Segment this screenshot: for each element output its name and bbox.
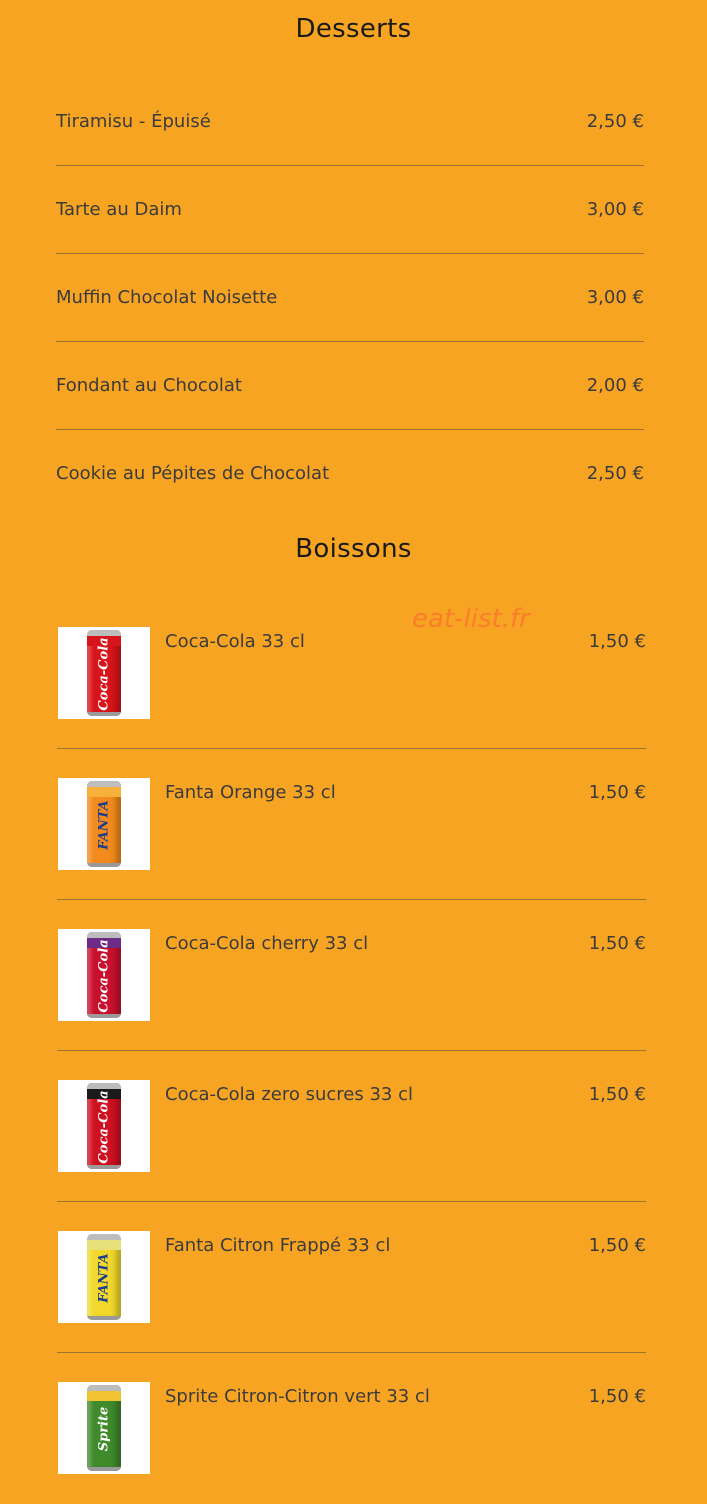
dessert-item[interactable]: Tiramisu - Épuisé 2,50 € — [56, 78, 644, 166]
drink-image: Sprite — [58, 1382, 150, 1474]
can-logo: Sprite — [96, 1406, 112, 1452]
drink-image: Coca-Cola — [58, 1080, 150, 1172]
dessert-price: 2,00 € — [586, 375, 644, 396]
drink-image: FANTA — [58, 1231, 150, 1323]
boissons-section-title: Boissons — [295, 534, 412, 564]
drink-image: Coca-Cola — [58, 627, 150, 719]
drink-name: Fanta Orange 33 cl — [165, 782, 336, 803]
dessert-name: Fondant au Chocolat — [56, 375, 242, 396]
can-logo: FANTA — [96, 1253, 112, 1303]
can-logo: Coca-Cola — [96, 1090, 112, 1164]
drink-price: 1,50 € — [588, 1235, 646, 1256]
drink-item[interactable]: Coca-Cola Coca-Cola zero sucres 33 cl 1,… — [57, 1051, 646, 1202]
dessert-item[interactable]: Fondant au Chocolat 2,00 € — [56, 342, 644, 430]
drink-item[interactable]: Sprite Sprite Citron-Citron vert 33 cl 1… — [57, 1353, 646, 1504]
drink-price: 1,50 € — [588, 631, 646, 652]
drink-name: Coca-Cola cherry 33 cl — [165, 933, 369, 954]
coca-cola-can-icon: Coca-Cola — [87, 630, 121, 716]
dessert-price: 2,50 € — [586, 111, 644, 132]
dessert-name: Tarte au Daim — [56, 199, 182, 220]
drink-price: 1,50 € — [588, 1386, 646, 1407]
drink-item[interactable]: Coca-Cola Coca-Cola 33 cl 1,50 € — [57, 598, 646, 749]
dessert-item[interactable]: Muffin Chocolat Noisette 3,00 € — [56, 254, 644, 342]
drink-name: Fanta Citron Frappé 33 cl — [165, 1235, 391, 1256]
sprite-can-icon: Sprite — [87, 1385, 121, 1471]
drink-image: Coca-Cola — [58, 929, 150, 1021]
dessert-name: Cookie au Pépites de Chocolat — [56, 463, 330, 484]
can-logo: Coca-Cola — [96, 637, 112, 711]
drink-price: 1,50 € — [588, 782, 646, 803]
dessert-price: 3,00 € — [586, 287, 644, 308]
coca-cola-zero-can-icon: Coca-Cola — [87, 1083, 121, 1169]
drink-name: Coca-Cola 33 cl — [165, 631, 305, 652]
desserts-section-title: Desserts — [295, 14, 412, 44]
drink-image: FANTA — [58, 778, 150, 870]
fanta-orange-can-icon: FANTA — [87, 781, 121, 867]
can-logo: FANTA — [96, 800, 112, 850]
drink-name: Coca-Cola zero sucres 33 cl — [165, 1084, 413, 1105]
drink-item[interactable]: FANTA Fanta Orange 33 cl 1,50 € — [57, 749, 646, 900]
drink-price: 1,50 € — [588, 933, 646, 954]
dessert-item[interactable]: Tarte au Daim 3,00 € — [56, 166, 644, 254]
fanta-citron-can-icon: FANTA — [87, 1234, 121, 1320]
dessert-name: Muffin Chocolat Noisette — [56, 287, 278, 308]
dessert-price: 2,50 € — [586, 463, 644, 484]
drink-item[interactable]: Coca-Cola Coca-Cola cherry 33 cl 1,50 € — [57, 900, 646, 1051]
dessert-item[interactable]: Cookie au Pépites de Chocolat 2,50 € — [56, 430, 644, 518]
drink-item[interactable]: FANTA Fanta Citron Frappé 33 cl 1,50 € — [57, 1202, 646, 1353]
dessert-price: 3,00 € — [586, 199, 644, 220]
desserts-list: Tiramisu - Épuisé 2,50 € Tarte au Daim 3… — [56, 78, 644, 518]
drink-price: 1,50 € — [588, 1084, 646, 1105]
coca-cola-cherry-can-icon: Coca-Cola — [87, 932, 121, 1018]
drinks-list: Coca-Cola Coca-Cola 33 cl 1,50 € FANTA F… — [57, 598, 646, 1504]
can-logo: Coca-Cola — [96, 939, 112, 1013]
dessert-name: Tiramisu - Épuisé — [56, 111, 211, 132]
drink-name: Sprite Citron-Citron vert 33 cl — [165, 1386, 430, 1407]
